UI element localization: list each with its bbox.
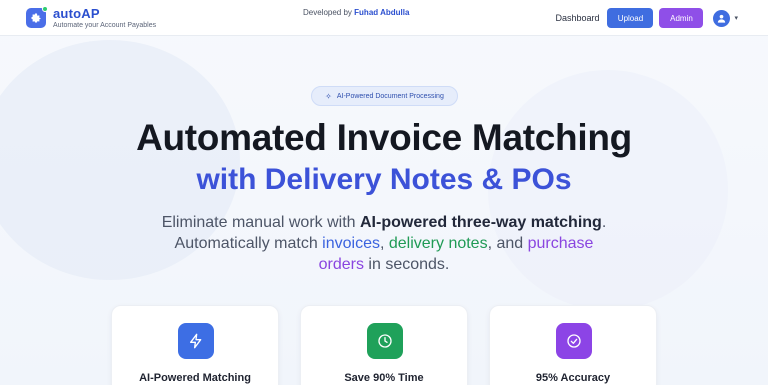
upload-button[interactable]: Upload: [607, 8, 654, 28]
desc-delivery-notes: delivery notes: [388, 235, 488, 252]
nav-dashboard-link[interactable]: Dashboard: [555, 13, 599, 23]
lightning-icon: [178, 323, 214, 359]
brand-name: autoAP: [53, 5, 100, 21]
user-avatar[interactable]: [713, 9, 731, 27]
desc-text: in seconds.: [363, 256, 450, 273]
check-circle-icon: [556, 323, 592, 359]
clock-icon: [367, 323, 403, 359]
chevron-down-icon[interactable]: ▾: [734, 14, 738, 22]
top-navbar: autoAP Automate your Account Payables De…: [0, 0, 768, 36]
feature-title: AI-Powered Matching: [139, 372, 251, 384]
ai-badge: ✧ AI-Powered Document Processing: [311, 86, 458, 106]
brand[interactable]: autoAP Automate your Account Payables: [53, 7, 156, 29]
desc-invoices: invoices: [322, 235, 380, 252]
sparkle-icon: ✧: [325, 91, 332, 101]
desc-text: ,: [379, 235, 389, 252]
credit-author-link[interactable]: Fuhad Abdulla: [354, 8, 409, 17]
nav-actions: Dashboard Upload Admin ▾: [555, 8, 738, 28]
desc-text: Eliminate manual work with: [161, 214, 360, 231]
credit-prefix: Developed by: [303, 8, 355, 17]
app-logo-icon[interactable]: [26, 5, 48, 28]
user-icon: [718, 14, 726, 23]
developer-credit: Developed by Fuhad Abdulla: [303, 8, 409, 17]
feature-card-accuracy: 95% Accuracy: [489, 305, 657, 385]
feature-title: 95% Accuracy: [535, 372, 611, 384]
lightning-icon-glyph: [190, 333, 202, 349]
hero-subtitle: with Delivery Notes & POs: [196, 163, 572, 196]
admin-button[interactable]: Admin: [659, 8, 704, 28]
gear-icon: [31, 13, 41, 22]
online-dot: [42, 5, 48, 12]
feature-card-save-time: Save 90% Time: [300, 305, 468, 385]
hero-title: Automated Invoice Matching: [136, 117, 632, 158]
feature-title: Save 90% Time: [344, 372, 424, 384]
brand-tagline: Automate your Account Payables: [53, 21, 157, 29]
badge-label: AI-Powered Document Processing: [336, 92, 444, 100]
desc-text: , and: [487, 235, 528, 252]
desc-highlight: AI-powered three-way matching: [360, 214, 602, 231]
feature-card-ai-matching: AI-Powered Matching: [111, 305, 279, 385]
hero-description: Eliminate manual work with AI-powered th…: [150, 212, 618, 275]
check-circle-icon-glyph: [567, 334, 581, 348]
clock-icon-glyph: [378, 334, 392, 348]
